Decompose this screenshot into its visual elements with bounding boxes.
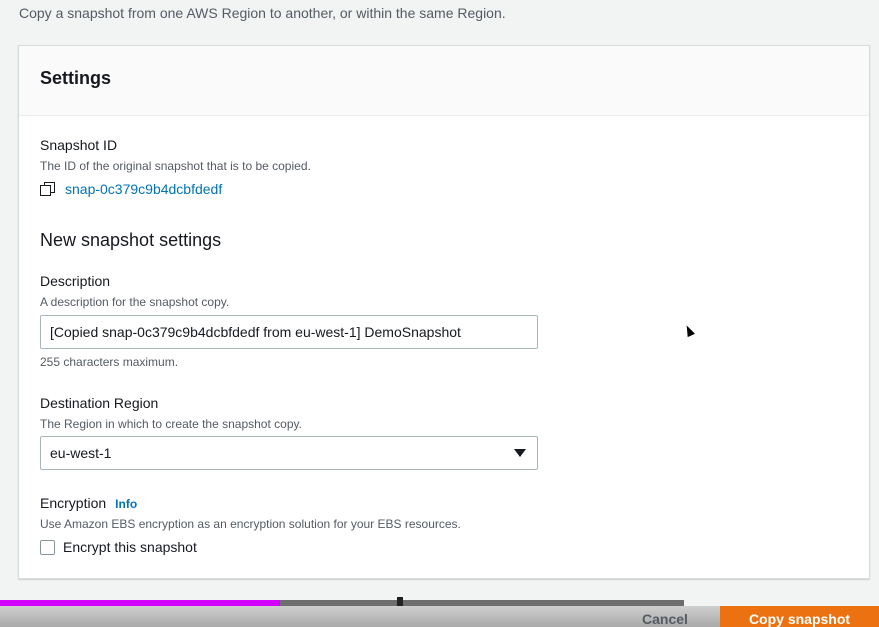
destination-region-help: The Region in which to create the snapsh… <box>40 417 302 431</box>
snapshot-id-label: Snapshot ID <box>40 137 118 153</box>
description-constraint: 255 characters maximum. <box>40 355 179 369</box>
encrypt-snapshot-checkbox[interactable] <box>40 539 55 555</box>
encryption-label-row: Encryption Info <box>40 495 137 511</box>
caret-down-icon <box>514 449 526 457</box>
destination-region-label: Destination Region <box>40 395 159 411</box>
encryption-info-link[interactable]: Info <box>115 497 137 511</box>
encrypt-snapshot-option[interactable]: Encrypt this snapshot <box>40 539 197 555</box>
description-help: A description for the snapshot copy. <box>40 295 230 309</box>
new-snapshot-settings-heading: New snapshot settings <box>40 230 222 250</box>
destination-region-value: eu-west-1 <box>50 445 112 461</box>
destination-region-select[interactable]: eu-west-1 <box>40 436 538 470</box>
settings-panel: Settings Snapshot ID The ID of the origi… <box>18 45 870 579</box>
snapshot-id-description: The ID of the original snapshot that is … <box>40 159 311 173</box>
settings-title: Settings <box>40 68 112 88</box>
description-input[interactable] <box>40 315 538 349</box>
settings-panel-header: Settings <box>19 46 869 116</box>
encryption-help: Use Amazon EBS encryption as an encrypti… <box>40 517 461 531</box>
description-label: Description <box>40 273 111 289</box>
encrypt-snapshot-label[interactable]: Encrypt this snapshot <box>63 539 197 555</box>
footer-actions: Cancel Copy snapshot <box>0 606 879 627</box>
copy-snapshot-button[interactable]: Copy snapshot <box>720 606 879 627</box>
encryption-label: Encryption <box>40 495 107 511</box>
copy-icon[interactable] <box>40 182 56 196</box>
snapshot-id-value[interactable]: snap-0c379c9b4dcbfdedf <box>65 181 222 197</box>
cancel-button[interactable]: Cancel <box>630 611 700 627</box>
page-intro: Copy a snapshot from one AWS Region to a… <box>19 5 506 21</box>
copy-snapshot-page: Copy a snapshot from one AWS Region to a… <box>0 0 879 627</box>
snapshot-id-link[interactable]: snap-0c379c9b4dcbfdedf <box>40 181 222 197</box>
